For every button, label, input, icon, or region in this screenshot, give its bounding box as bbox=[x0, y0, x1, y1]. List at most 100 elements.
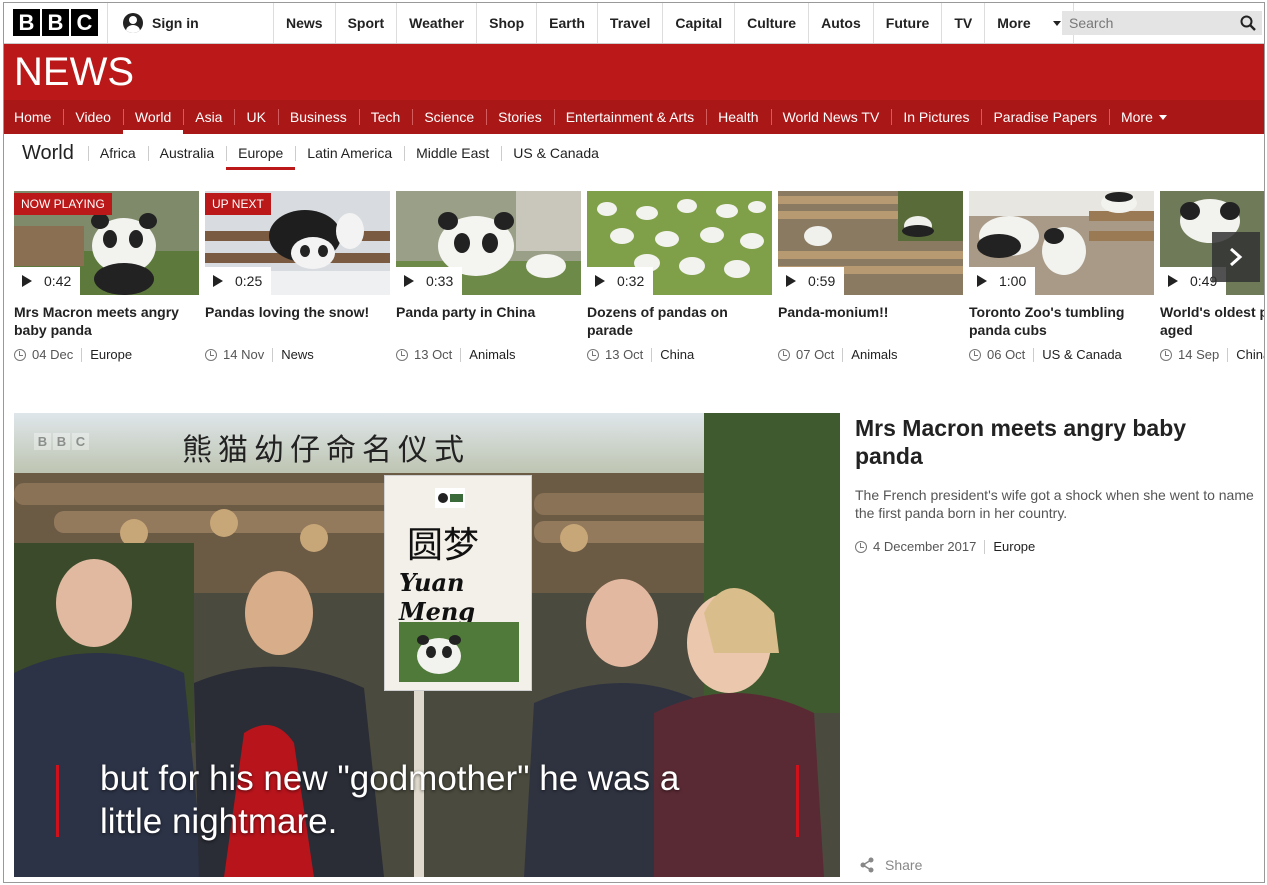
sub-nav-latin-america[interactable]: Latin America bbox=[295, 134, 404, 172]
clock-icon bbox=[969, 348, 981, 361]
global-nav-weather[interactable]: Weather bbox=[396, 3, 476, 43]
video-thumbnail[interactable]: 0:59 bbox=[778, 191, 963, 295]
section-nav-business[interactable]: Business bbox=[277, 100, 359, 134]
video-tag[interactable]: China bbox=[1236, 347, 1264, 362]
section-nav-tech[interactable]: Tech bbox=[358, 100, 413, 134]
global-nav-culture[interactable]: Culture bbox=[734, 3, 808, 43]
duration-label: 0:32 bbox=[587, 267, 654, 295]
video-caption: but for his new "godmother" he was a lit… bbox=[100, 757, 800, 843]
video-tag[interactable]: US & Canada bbox=[1042, 347, 1122, 362]
clock-icon bbox=[855, 540, 867, 553]
global-nav-sport[interactable]: Sport bbox=[334, 3, 397, 43]
sign-english-text: Yuan Meng bbox=[399, 568, 476, 626]
zoo-logo-icon bbox=[435, 488, 465, 508]
video-tag[interactable]: China bbox=[660, 347, 694, 362]
global-nav-news[interactable]: News bbox=[273, 3, 335, 43]
section-nav-paradise-papers[interactable]: Paradise Papers bbox=[981, 100, 1109, 134]
divider bbox=[842, 347, 844, 362]
section-nav-world[interactable]: World bbox=[122, 100, 184, 134]
video-player[interactable]: B B C 熊猫幼仔命名仪式 圆梦 Yuan Meng but for his … bbox=[14, 413, 840, 877]
video-title[interactable]: Panda-monium!! bbox=[778, 303, 963, 321]
sub-nav-europe[interactable]: Europe bbox=[226, 134, 296, 172]
global-nav-more[interactable]: More bbox=[984, 3, 1075, 43]
section-nav-in-pictures[interactable]: In Pictures bbox=[891, 100, 981, 134]
video-thumbnail[interactable]: NOW PLAYING 0:42 bbox=[14, 191, 199, 295]
global-nav-tv[interactable]: TV bbox=[941, 3, 984, 43]
video-thumbnail[interactable]: 0:33 bbox=[396, 191, 581, 295]
section-nav-more[interactable]: More bbox=[1108, 100, 1179, 134]
section-nav-asia[interactable]: Asia bbox=[183, 100, 234, 134]
video-meta: 14 Nov News bbox=[205, 347, 314, 362]
caption-bar-left bbox=[56, 765, 59, 837]
news-wordmark[interactable]: NEWS bbox=[14, 52, 134, 92]
video-date: 04 Dec bbox=[32, 347, 74, 362]
more-label: More bbox=[997, 15, 1031, 31]
bbc-logo[interactable]: B B C bbox=[13, 9, 98, 36]
section-nav-world-news-tv[interactable]: World News TV bbox=[770, 100, 892, 134]
global-nav-shop[interactable]: Shop bbox=[476, 3, 536, 43]
section-nav-uk[interactable]: UK bbox=[234, 100, 277, 134]
now-playing-badge: NOW PLAYING bbox=[14, 193, 112, 215]
section-nav-science[interactable]: Science bbox=[412, 100, 486, 134]
sub-nav-africa[interactable]: Africa bbox=[87, 134, 148, 172]
duration-text: 1:00 bbox=[999, 273, 1027, 289]
logo-letter: C bbox=[71, 9, 98, 36]
video-tag[interactable]: Europe bbox=[90, 347, 132, 362]
clock-icon bbox=[778, 348, 790, 361]
share-label: Share bbox=[885, 857, 923, 873]
global-nav-future[interactable]: Future bbox=[872, 3, 942, 43]
play-icon bbox=[1168, 275, 1178, 287]
divider bbox=[272, 347, 274, 362]
clock-icon bbox=[14, 348, 26, 361]
video-meta: 06 Oct US & Canada bbox=[969, 347, 1122, 362]
video-thumbnail[interactable]: 0:32 bbox=[587, 191, 772, 295]
sub-nav-middle-east[interactable]: Middle East bbox=[404, 134, 501, 172]
video-date: 13 Oct bbox=[414, 347, 453, 362]
video-thumbnail[interactable]: 1:00 bbox=[969, 191, 1154, 295]
global-nav-travel[interactable]: Travel bbox=[596, 3, 662, 43]
search-input[interactable] bbox=[1069, 15, 1229, 31]
sign-in-link[interactable]: Sign in bbox=[107, 3, 275, 43]
watermark-letter: B bbox=[34, 433, 51, 450]
video-tag[interactable]: News bbox=[281, 347, 314, 362]
story-meta: 4 December 2017 Europe bbox=[855, 539, 1035, 554]
global-nav-autos[interactable]: Autos bbox=[808, 3, 873, 43]
section-nav-stories[interactable]: Stories bbox=[486, 100, 554, 134]
section-nav-video[interactable]: Video bbox=[63, 100, 123, 134]
video-title[interactable]: Dozens of pandas on parade bbox=[587, 303, 772, 339]
sub-nav-title[interactable]: World bbox=[4, 142, 88, 165]
video-title[interactable]: Mrs Macron meets angry baby panda bbox=[14, 303, 199, 339]
duration-text: 0:42 bbox=[44, 273, 72, 289]
section-nav-entertainment[interactable]: Entertainment & Arts bbox=[553, 100, 706, 134]
panda-illustration bbox=[399, 622, 519, 682]
video-thumbnail[interactable]: UP NEXT 0:25 bbox=[205, 191, 390, 295]
divider bbox=[1227, 347, 1229, 362]
duration-label: 0:42 bbox=[14, 267, 81, 295]
carousel-next-button[interactable] bbox=[1212, 232, 1260, 282]
video-date: 07 Oct bbox=[796, 347, 835, 362]
search-icon[interactable] bbox=[1240, 15, 1256, 31]
video-banner-text: 熊猫幼仔命名仪式 bbox=[182, 433, 470, 468]
section-nav-home[interactable]: Home bbox=[4, 100, 63, 134]
video-title[interactable]: Pandas loving the snow! bbox=[205, 303, 390, 321]
video-tag[interactable]: Animals bbox=[851, 347, 897, 362]
clock-icon bbox=[1160, 348, 1172, 361]
caption-line: but for his new "godmother" he was a bbox=[100, 759, 680, 798]
section-nav-health[interactable]: Health bbox=[706, 100, 770, 134]
global-nav-earth[interactable]: Earth bbox=[536, 3, 597, 43]
duration-text: 0:25 bbox=[235, 273, 263, 289]
divider bbox=[81, 347, 83, 362]
sub-nav-australia[interactable]: Australia bbox=[147, 134, 226, 172]
video-title[interactable]: Toronto Zoo's tumbling panda cubs bbox=[969, 303, 1154, 339]
divider bbox=[651, 347, 653, 362]
video-title[interactable]: World's oldest panda dies aged bbox=[1160, 303, 1264, 339]
video-title[interactable]: Panda party in China bbox=[396, 303, 581, 321]
story-tag[interactable]: Europe bbox=[993, 539, 1035, 554]
video-date: 06 Oct bbox=[987, 347, 1026, 362]
share-button[interactable]: Share bbox=[859, 857, 922, 873]
sub-nav-us-canada[interactable]: US & Canada bbox=[501, 134, 611, 172]
video-tag[interactable]: Animals bbox=[469, 347, 515, 362]
section-nav: Home Video World Asia UK Business Tech S… bbox=[4, 100, 1264, 134]
global-nav-capital[interactable]: Capital bbox=[662, 3, 734, 43]
play-icon bbox=[595, 275, 605, 287]
